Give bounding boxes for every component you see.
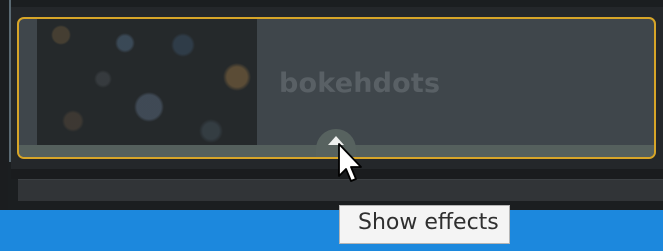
- clip-thumbnail: [37, 19, 257, 145]
- timeline-left-edge: [0, 0, 8, 210]
- clip-title: bokehdots: [279, 68, 441, 99]
- taskbar: [0, 210, 663, 251]
- tooltip: Show effects: [339, 205, 510, 244]
- mouse-pointer-icon: [338, 143, 362, 182]
